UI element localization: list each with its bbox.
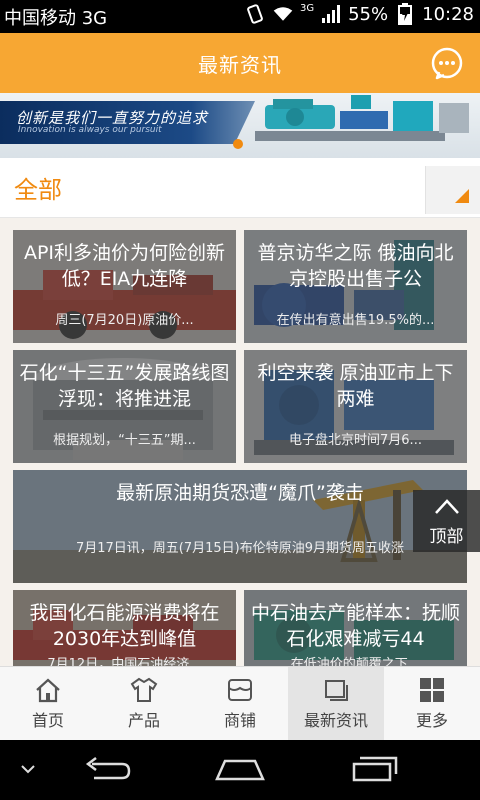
carousel-dot-active[interactable] xyxy=(233,139,243,149)
carrier-label: 中国移动 3G xyxy=(4,8,108,29)
news-icon xyxy=(325,680,348,701)
tab-news[interactable]: 最新资讯 xyxy=(288,667,384,740)
tab-label: 更多 xyxy=(415,711,448,730)
promo-banner[interactable]: 创新是我们一直努力的追求 Innovation is always our pu… xyxy=(0,93,480,158)
news-card[interactable]: 利空来袭 原油亚市上下两难 电子盘北京时间7月6... xyxy=(244,350,467,463)
battery-charging-icon xyxy=(394,3,416,25)
wifi-icon xyxy=(272,3,294,25)
news-card-featured[interactable]: 最新原油期货恐遭“魔爪”袭击 7月17日讯，周五(7月15日)布伦特原油9月期货… xyxy=(13,470,467,583)
network-type-label: 3G xyxy=(299,2,315,14)
news-grid: API利多油价为何险创新低？EIA九连降 周三(7月20日)原油价... 普京访… xyxy=(0,218,480,666)
clock: 10:28 xyxy=(422,3,474,25)
battery-percent: 55% xyxy=(348,3,389,25)
screen: { "status_bar": { "carrier": "中国移动 3G", … xyxy=(0,0,480,800)
news-card[interactable]: 中石油去产能样本：抚顺石化艰难减亏44 在低油价的颠覆之下... xyxy=(244,590,467,666)
news-title: 最新原油期货恐遭“魔爪”袭击 xyxy=(116,482,364,504)
news-summary: 7月12日，中国石油经济... xyxy=(47,657,202,666)
news-title: 石化“十三五”发展路线图浮现：将推进混 xyxy=(19,362,230,410)
tab-home[interactable]: 首页 xyxy=(0,667,96,740)
chat-bubble-icon[interactable] xyxy=(430,46,464,80)
system-nav-bar xyxy=(0,740,480,800)
news-title: 利空来袭 原油亚市上下两难 xyxy=(257,362,454,410)
status-bar: 中国移动 3G 3G 55% 10:28 xyxy=(0,0,480,33)
news-title: API利多油价为何险创新低？EIA九连降 xyxy=(23,242,226,290)
news-summary: 根据规划，“十三五”期... xyxy=(53,433,196,448)
back-to-top-button[interactable]: 顶部 xyxy=(413,490,480,552)
pump-machine-image xyxy=(255,95,469,141)
tab-label: 首页 xyxy=(31,711,64,730)
home-icon[interactable] xyxy=(213,755,267,783)
category-bar: 全部 xyxy=(0,158,480,218)
news-summary: 在传出有意出售19.5%的... xyxy=(276,313,435,328)
tab-label: 产品 xyxy=(127,711,160,730)
news-summary: 在低油价的颠覆之下... xyxy=(290,657,421,666)
chevron-up-icon xyxy=(435,499,459,514)
signal-icon xyxy=(320,3,342,25)
news-title: 中石油去产能样本：抚顺石化艰难减亏44 xyxy=(250,602,460,650)
news-card[interactable]: API利多油价为何险创新低？EIA九连降 周三(7月20日)原油价... xyxy=(13,230,236,343)
news-card[interactable]: 我国化石能源消费将在2030年达到峰值 7月12日，中国石油经济... xyxy=(13,590,236,666)
news-card[interactable]: 普京访华之际 俄油向北京控股出售子公 在传出有意出售19.5%的... xyxy=(244,230,467,343)
page-title: 最新资讯 xyxy=(198,52,282,77)
tab-label: 最新资讯 xyxy=(303,711,368,730)
category-dropdown-button[interactable] xyxy=(425,166,480,214)
news-title: 普京访华之际 俄油向北京控股出售子公 xyxy=(257,242,454,290)
news-summary: 电子盘北京时间7月6... xyxy=(289,433,422,448)
news-card[interactable]: 石化“十三五”发展路线图浮现：将推进混 根据规划，“十三五”期... xyxy=(13,350,236,463)
app-header: 最新资讯 xyxy=(0,33,480,93)
tab-more[interactable]: 更多 xyxy=(384,667,480,740)
hide-keyboard-icon[interactable] xyxy=(20,763,36,775)
category-label[interactable]: 全部 xyxy=(14,170,62,205)
tab-label: 商铺 xyxy=(223,711,256,730)
tab-shops[interactable]: 商铺 xyxy=(192,667,288,740)
vibrate-icon xyxy=(244,3,266,25)
back-to-top-label: 顶部 xyxy=(429,527,464,547)
triangle-dropdown-icon xyxy=(455,189,469,203)
bottom-tab-bar: 首页 产品 商铺 最新资讯 更多 xyxy=(0,666,480,740)
shirt-icon xyxy=(130,677,158,702)
news-summary: 周三(7月20日)原油价... xyxy=(55,313,194,328)
back-icon[interactable] xyxy=(82,756,132,784)
home-icon xyxy=(36,678,60,703)
grid-icon xyxy=(420,678,444,702)
status-icons: 3G 55% 10:28 xyxy=(244,3,474,25)
news-title: 我国化石能源消费将在2030年达到峰值 xyxy=(29,602,220,650)
shop-icon xyxy=(228,679,252,701)
banner-slogan-en: Innovation is always our pursuit xyxy=(18,125,162,135)
news-summary: 7月17日讯，周五(7月15日)布伦特原油9月期货周五收涨 xyxy=(75,541,405,556)
recent-apps-icon[interactable] xyxy=(350,754,400,784)
tab-products[interactable]: 产品 xyxy=(96,667,192,740)
